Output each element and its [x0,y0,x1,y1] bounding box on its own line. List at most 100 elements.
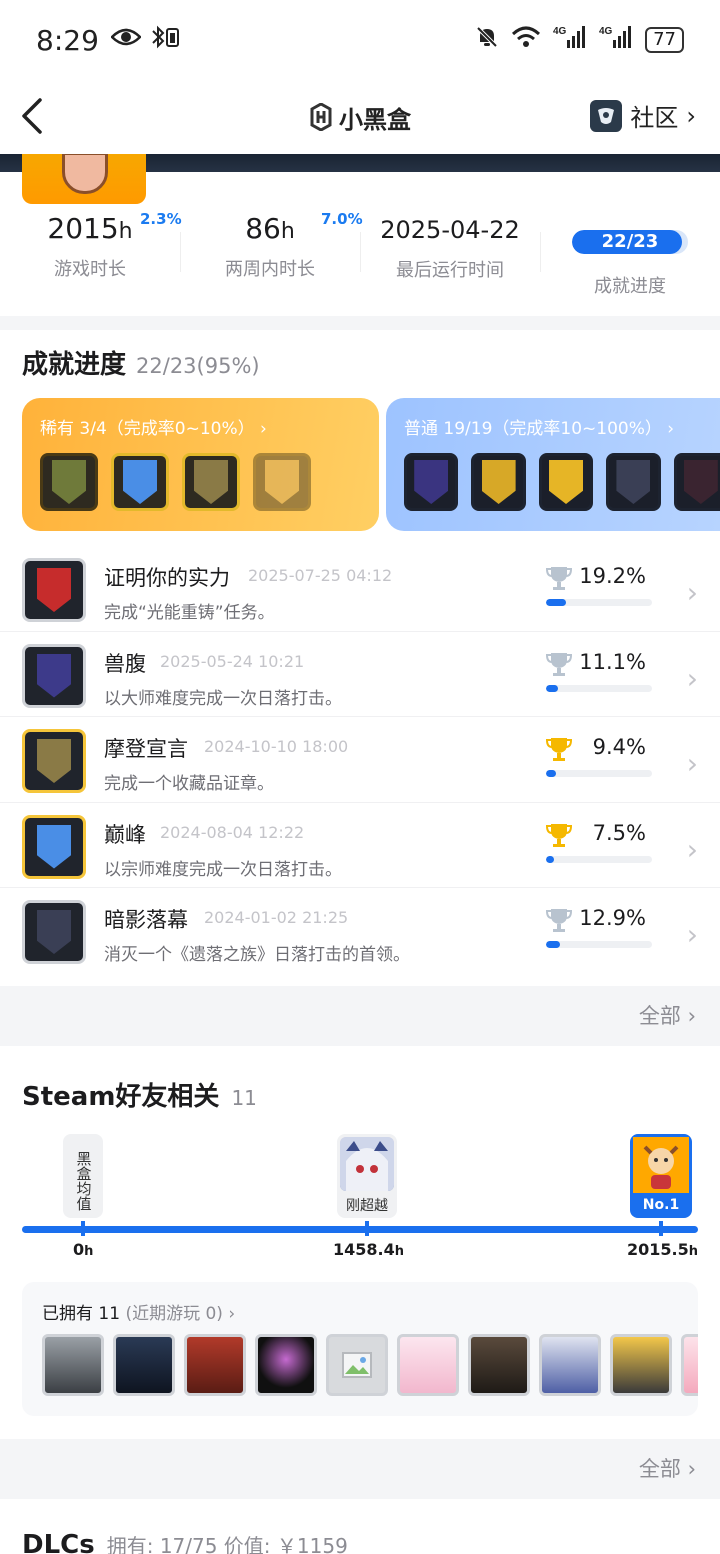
achievement-badge[interactable] [40,453,98,511]
achievement-row[interactable]: 暗影落幕 2024-01-02 21:25 消灭一个《遗落之族》日落打击的首领。… [0,888,720,974]
achievement-description: 完成一个收藏品证章。 [104,774,274,794]
stat-value: 2015 [47,212,119,245]
stat-label: 游戏时长 [54,259,126,280]
section-title: DLCs [22,1530,95,1554]
mute-bell-icon [475,25,499,55]
status-bar: 8:29 4G 4G 77 [0,0,720,80]
timeline-label-avg: 0h [73,1240,93,1259]
stat-percent: 2.3% [140,210,182,228]
broken-image-icon[interactable] [326,1334,388,1396]
achievement-percent: 19.2% [579,564,646,588]
timeline-value: 2015.5 [627,1240,689,1259]
app-name: 小黑盒 [339,105,411,134]
owned-label: 已拥有 [42,1304,93,1324]
normal-achievements-card[interactable]: 普通 19/19（完成率10~100%） › [386,398,720,531]
friend-avatar[interactable] [681,1334,698,1396]
category-title: 普通 19/19（完成率10~100%） [404,419,662,439]
achievement-badge[interactable] [673,453,720,511]
achievement-icon [22,729,86,793]
friend-avatar[interactable] [397,1334,459,1396]
friend-avatar[interactable] [42,1334,104,1396]
achievement-list: 证明你的实力 2025-07-25 04:12 完成“光能重铸”任务。 19.2… [0,546,720,974]
timeline-unit: h [84,1244,94,1259]
my-avatar [633,1137,689,1193]
friend-count: 11 [231,1086,257,1110]
friend-avatar[interactable] [539,1334,601,1396]
friend-avatar[interactable] [184,1334,246,1396]
achievement-name: 暗影落幕 [104,908,188,932]
chevron-right-icon: › [686,101,696,130]
achievement-badge[interactable] [471,453,526,511]
owned-friends-card[interactable]: 已拥有 11 (近期游玩 0) › [22,1282,698,1416]
locked-achievement-badge[interactable] [253,453,311,511]
timeline-value: 0 [73,1240,85,1259]
achievement-row[interactable]: 兽腹 2025-05-24 10:21 以大师难度完成一次日落打击。 11.1%… [0,632,720,717]
chevron-right-icon: › [687,1004,696,1028]
timeline-tick [81,1221,85,1236]
chevron-right-icon: › [667,419,675,439]
achievements-more-bar: 全部 › [0,986,720,1046]
chevron-right-icon: › [687,1457,696,1481]
back-button[interactable] [16,94,56,138]
view-all-achievements-link[interactable]: 全部 › [639,1000,696,1030]
achievement-name: 摩登宣言 [104,737,188,761]
achievement-name: 巅峰 [104,822,146,847]
achievement-badge[interactable] [538,453,594,511]
achievement-row[interactable]: 摩登宣言 2024-10-10 18:00 完成一个收藏品证章。 9.4% › [0,717,720,803]
friend-avatar[interactable] [113,1334,175,1396]
achievement-badge[interactable] [182,453,240,511]
achievement-description: 消灭一个《遗落之族》日落打击的首领。 [104,945,410,965]
achievement-percent: 11.1% [579,649,646,674]
community-link[interactable]: 社区 › [590,98,696,133]
friend-avatar[interactable] [610,1334,672,1396]
chevron-left-icon [22,98,42,134]
achievement-percent: 12.9% [579,906,646,930]
friend-avatar[interactable] [468,1334,530,1396]
achievement-description: 以宗师难度完成一次日落打击。 [104,859,342,880]
achievement-icon [22,900,86,964]
signal-4g-icon: 4G [599,24,633,56]
view-all-friends-link[interactable]: 全部 › [639,1453,696,1483]
achievement-count: 22/23 [136,354,197,378]
game-cover-image [22,154,146,204]
timeline-label-me: 2015.5h [627,1240,698,1259]
stat-unit: h [118,219,133,244]
achievement-icon [22,814,86,879]
silver-trophy-icon [545,652,573,676]
achievement-badge[interactable] [111,453,169,511]
achievement-row[interactable]: 巅峰 2024-08-04 12:22 以宗师难度完成一次日落打击。 7.5% … [0,803,720,888]
steam-friends-header: Steam好友相关 11 [22,1076,257,1113]
achievement-name: 证明你的实力 [104,566,230,590]
stat-achievement-progress[interactable]: 22/23 成就进度 [540,212,720,302]
wifi-icon [511,25,541,55]
friend-marker-label: 刚超越 [346,1198,388,1214]
achievement-row[interactable]: 证明你的实力 2025-07-25 04:12 完成“光能重铸”任务。 19.2… [0,546,720,632]
chevron-right-icon: › [686,576,698,609]
achievement-date: 2024-08-04 12:22 [160,822,305,842]
achievement-rarity-bar [546,855,652,863]
rare-achievements-card[interactable]: 稀有 3/4（完成率0~10%） › [22,398,379,531]
svg-text:4G: 4G [599,26,613,37]
achievement-name: 兽腹 [104,651,146,676]
achievement-percent: 7.5% [592,820,646,845]
friend-avatar[interactable] [255,1334,317,1396]
section-title: 成就进度 [22,350,127,380]
my-rank-label: No.1 [642,1197,680,1213]
average-marker: 黑盒均值 [63,1134,103,1218]
my-rank-marker[interactable]: No.1 [630,1134,692,1218]
achievement-description: 完成“光能重铸”任务。 [104,603,275,623]
stat-label: 两周内时长 [225,259,315,280]
friend-avatar [340,1137,394,1191]
owned-count: 11 [98,1304,121,1324]
stat-label: 成就进度 [594,276,666,297]
achievement-badge[interactable] [404,453,459,511]
friend-marker[interactable]: 刚超越 [337,1134,397,1218]
achievement-rarity-bar [546,684,652,692]
stat-playtime: 2015h 2.3% 游戏时长 [0,210,182,302]
achievement-rarity-bar [546,770,652,777]
chevron-right-icon: › [686,832,698,866]
achievement-date: 2024-10-10 18:00 [204,737,349,756]
achievement-badge[interactable] [606,453,661,511]
battery-indicator: 77 [645,27,684,53]
silver-trophy-icon [545,909,573,932]
